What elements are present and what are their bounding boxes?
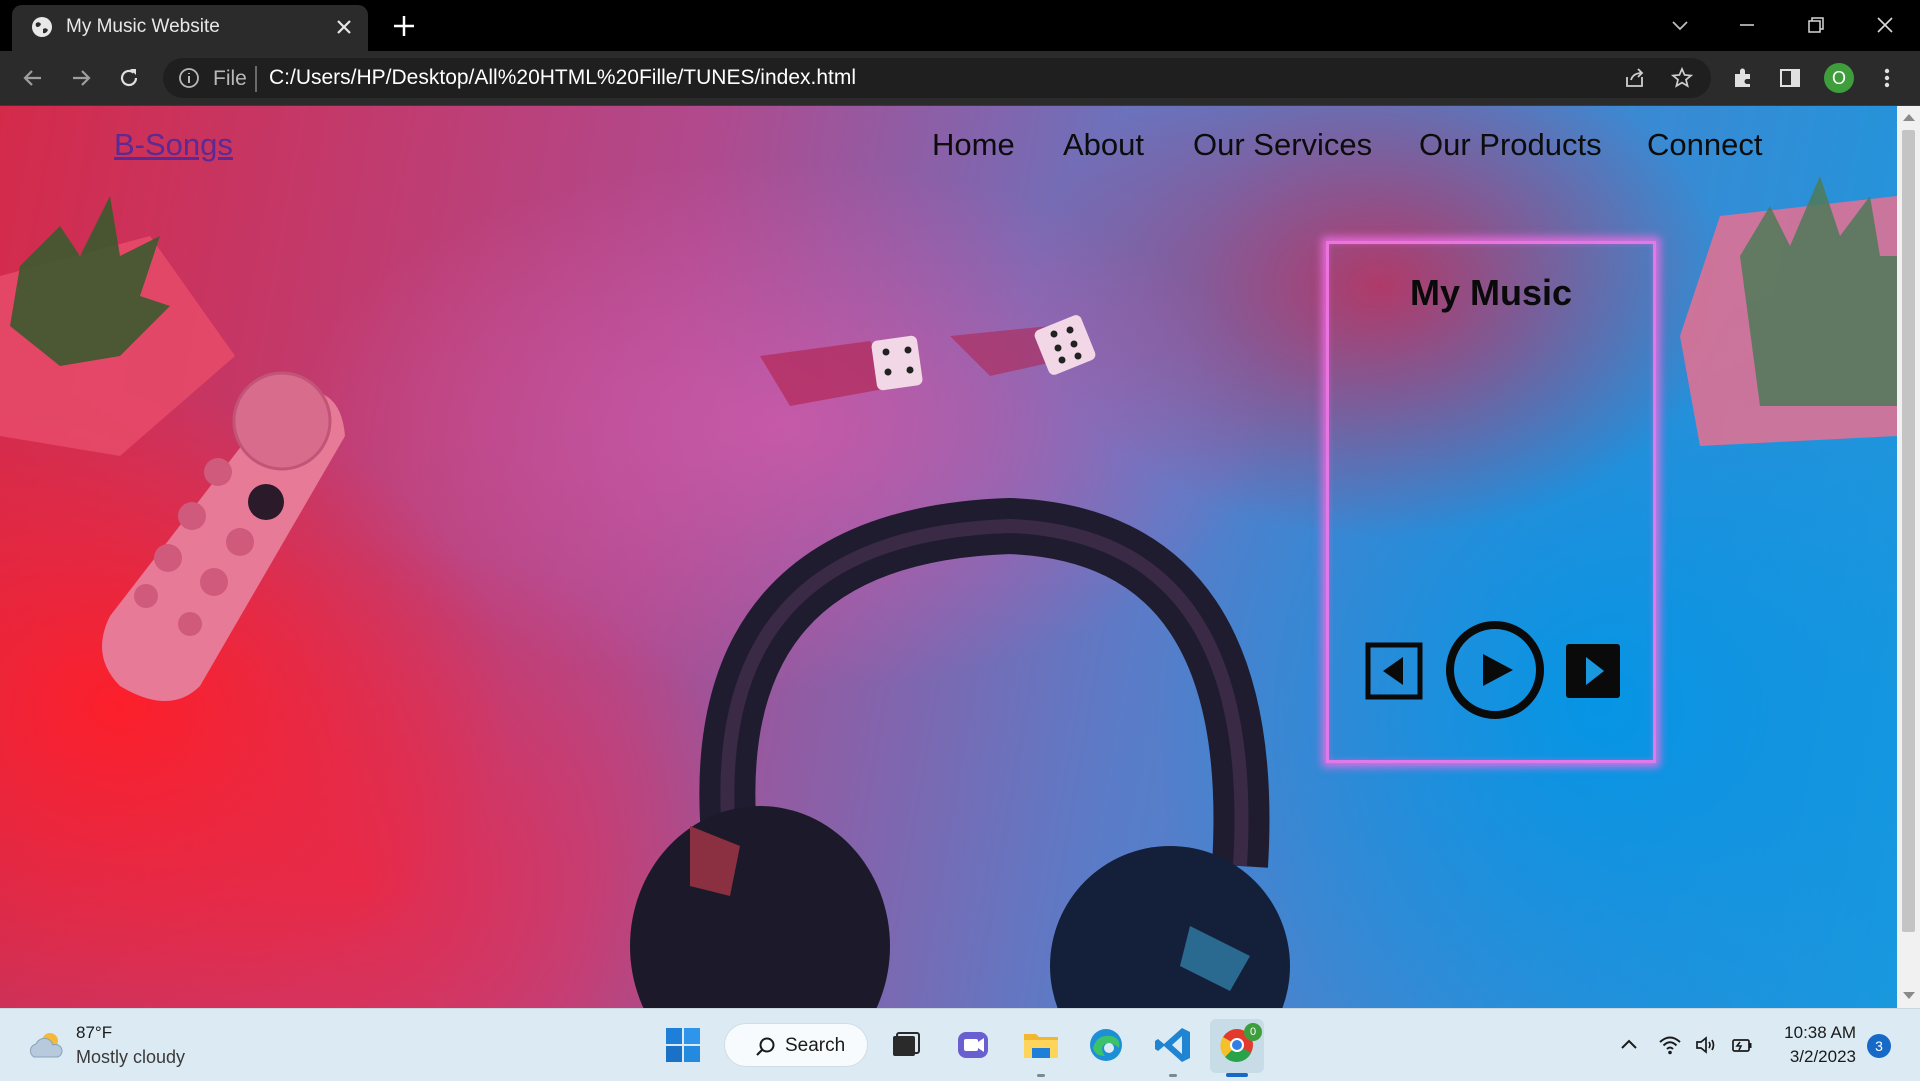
explorer-running-indicator (1037, 1074, 1045, 1077)
weather-temperature: 87°F (76, 1023, 113, 1042)
nav-our-products[interactable]: Our Products (1419, 127, 1602, 163)
volume-icon[interactable] (1694, 1033, 1718, 1057)
minimize-icon[interactable] (1734, 12, 1760, 38)
next-icon[interactable] (1564, 642, 1622, 700)
new-tab-icon[interactable] (391, 13, 417, 39)
clock-time[interactable]: 10:38 AM (1780, 1023, 1856, 1043)
weather-description: Mostly cloudy (76, 1047, 186, 1067)
chrome-profile-badge: 0 (1244, 1023, 1262, 1041)
music-player-card: My Music (1326, 241, 1656, 763)
nav-our-services[interactable]: Our Services (1193, 127, 1372, 163)
file-explorer-icon[interactable] (1020, 1024, 1062, 1066)
url-text[interactable]: C:/Users/HP/Desktop/All%20HTML%20Fille/T… (269, 66, 856, 90)
tab-search-chevron-icon[interactable] (1667, 12, 1693, 38)
wifi-icon[interactable] (1658, 1033, 1682, 1057)
task-view-icon[interactable] (884, 1024, 926, 1066)
tab-strip: My Music Website (0, 0, 1920, 51)
page-viewport: B-Songs Home About Our Services Our Prod… (0, 106, 1897, 1008)
scroll-up-arrow-icon[interactable] (1903, 114, 1915, 121)
close-window-icon[interactable] (1872, 12, 1898, 38)
windows-start-icon[interactable] (662, 1024, 704, 1066)
globe-icon (32, 17, 52, 37)
vscode-running-indicator (1169, 1074, 1177, 1077)
taskbar-search[interactable]: Search (724, 1023, 868, 1067)
scheme-label: File (213, 67, 247, 90)
headphones (630, 497, 1290, 1008)
scrollbar-thumb[interactable] (1902, 130, 1915, 932)
plant-pot-left (0, 196, 235, 456)
site-info-icon[interactable] (177, 66, 201, 90)
search-icon (756, 1037, 775, 1056)
search-label: Search (785, 1035, 846, 1056)
close-tab-icon[interactable] (334, 17, 354, 37)
site-logo-link[interactable]: B-Songs (114, 127, 233, 163)
edge-browser-icon[interactable] (1085, 1024, 1127, 1066)
profile-avatar[interactable]: O (1824, 63, 1854, 93)
forward-icon[interactable] (68, 65, 94, 91)
bookmark-star-icon[interactable] (1670, 66, 1694, 90)
chrome-active-indicator (1226, 1073, 1248, 1077)
address-bar[interactable]: File C:/Users/HP/Desktop/All%20HTML%20Fi… (163, 58, 1711, 98)
dice (760, 315, 1096, 406)
reload-icon[interactable] (116, 65, 142, 91)
play-icon[interactable] (1443, 618, 1547, 722)
cloudy-weather-icon (29, 1033, 63, 1058)
extensions-icon[interactable] (1730, 65, 1756, 91)
browser-tab[interactable]: My Music Website (12, 5, 368, 51)
menu-kebab-icon[interactable] (1874, 65, 1900, 91)
battery-charging-icon[interactable] (1730, 1033, 1754, 1057)
notification-badge[interactable]: 3 (1867, 1034, 1891, 1058)
restore-icon[interactable] (1803, 12, 1829, 38)
share-icon[interactable] (1623, 66, 1647, 90)
scroll-down-arrow-icon[interactable] (1903, 992, 1915, 999)
side-panel-icon[interactable] (1777, 65, 1803, 91)
page-scrollbar[interactable] (1897, 106, 1920, 1008)
vscode-icon[interactable] (1152, 1024, 1194, 1066)
plant-pot-right (1680, 176, 1897, 446)
nav-about[interactable]: About (1063, 127, 1144, 163)
nav-home[interactable]: Home (932, 127, 1015, 163)
clock-date[interactable]: 3/2/2023 (1780, 1047, 1856, 1067)
teams-chat-icon[interactable] (952, 1024, 994, 1066)
back-icon[interactable] (20, 65, 46, 91)
show-hidden-icons-chevron-icon[interactable] (1617, 1033, 1641, 1057)
nav-connect[interactable]: Connect (1647, 127, 1762, 163)
previous-icon[interactable] (1365, 642, 1423, 700)
player-title: My Music (1409, 272, 1573, 313)
browser-toolbar: File C:/Users/HP/Desktop/All%20HTML%20Fi… (0, 51, 1920, 106)
windows-taskbar: 87°F Mostly cloudy Search 0 10:38 AM 3/2… (0, 1008, 1920, 1081)
tab-title: My Music Website (66, 16, 220, 37)
omnibox-divider (255, 66, 257, 92)
